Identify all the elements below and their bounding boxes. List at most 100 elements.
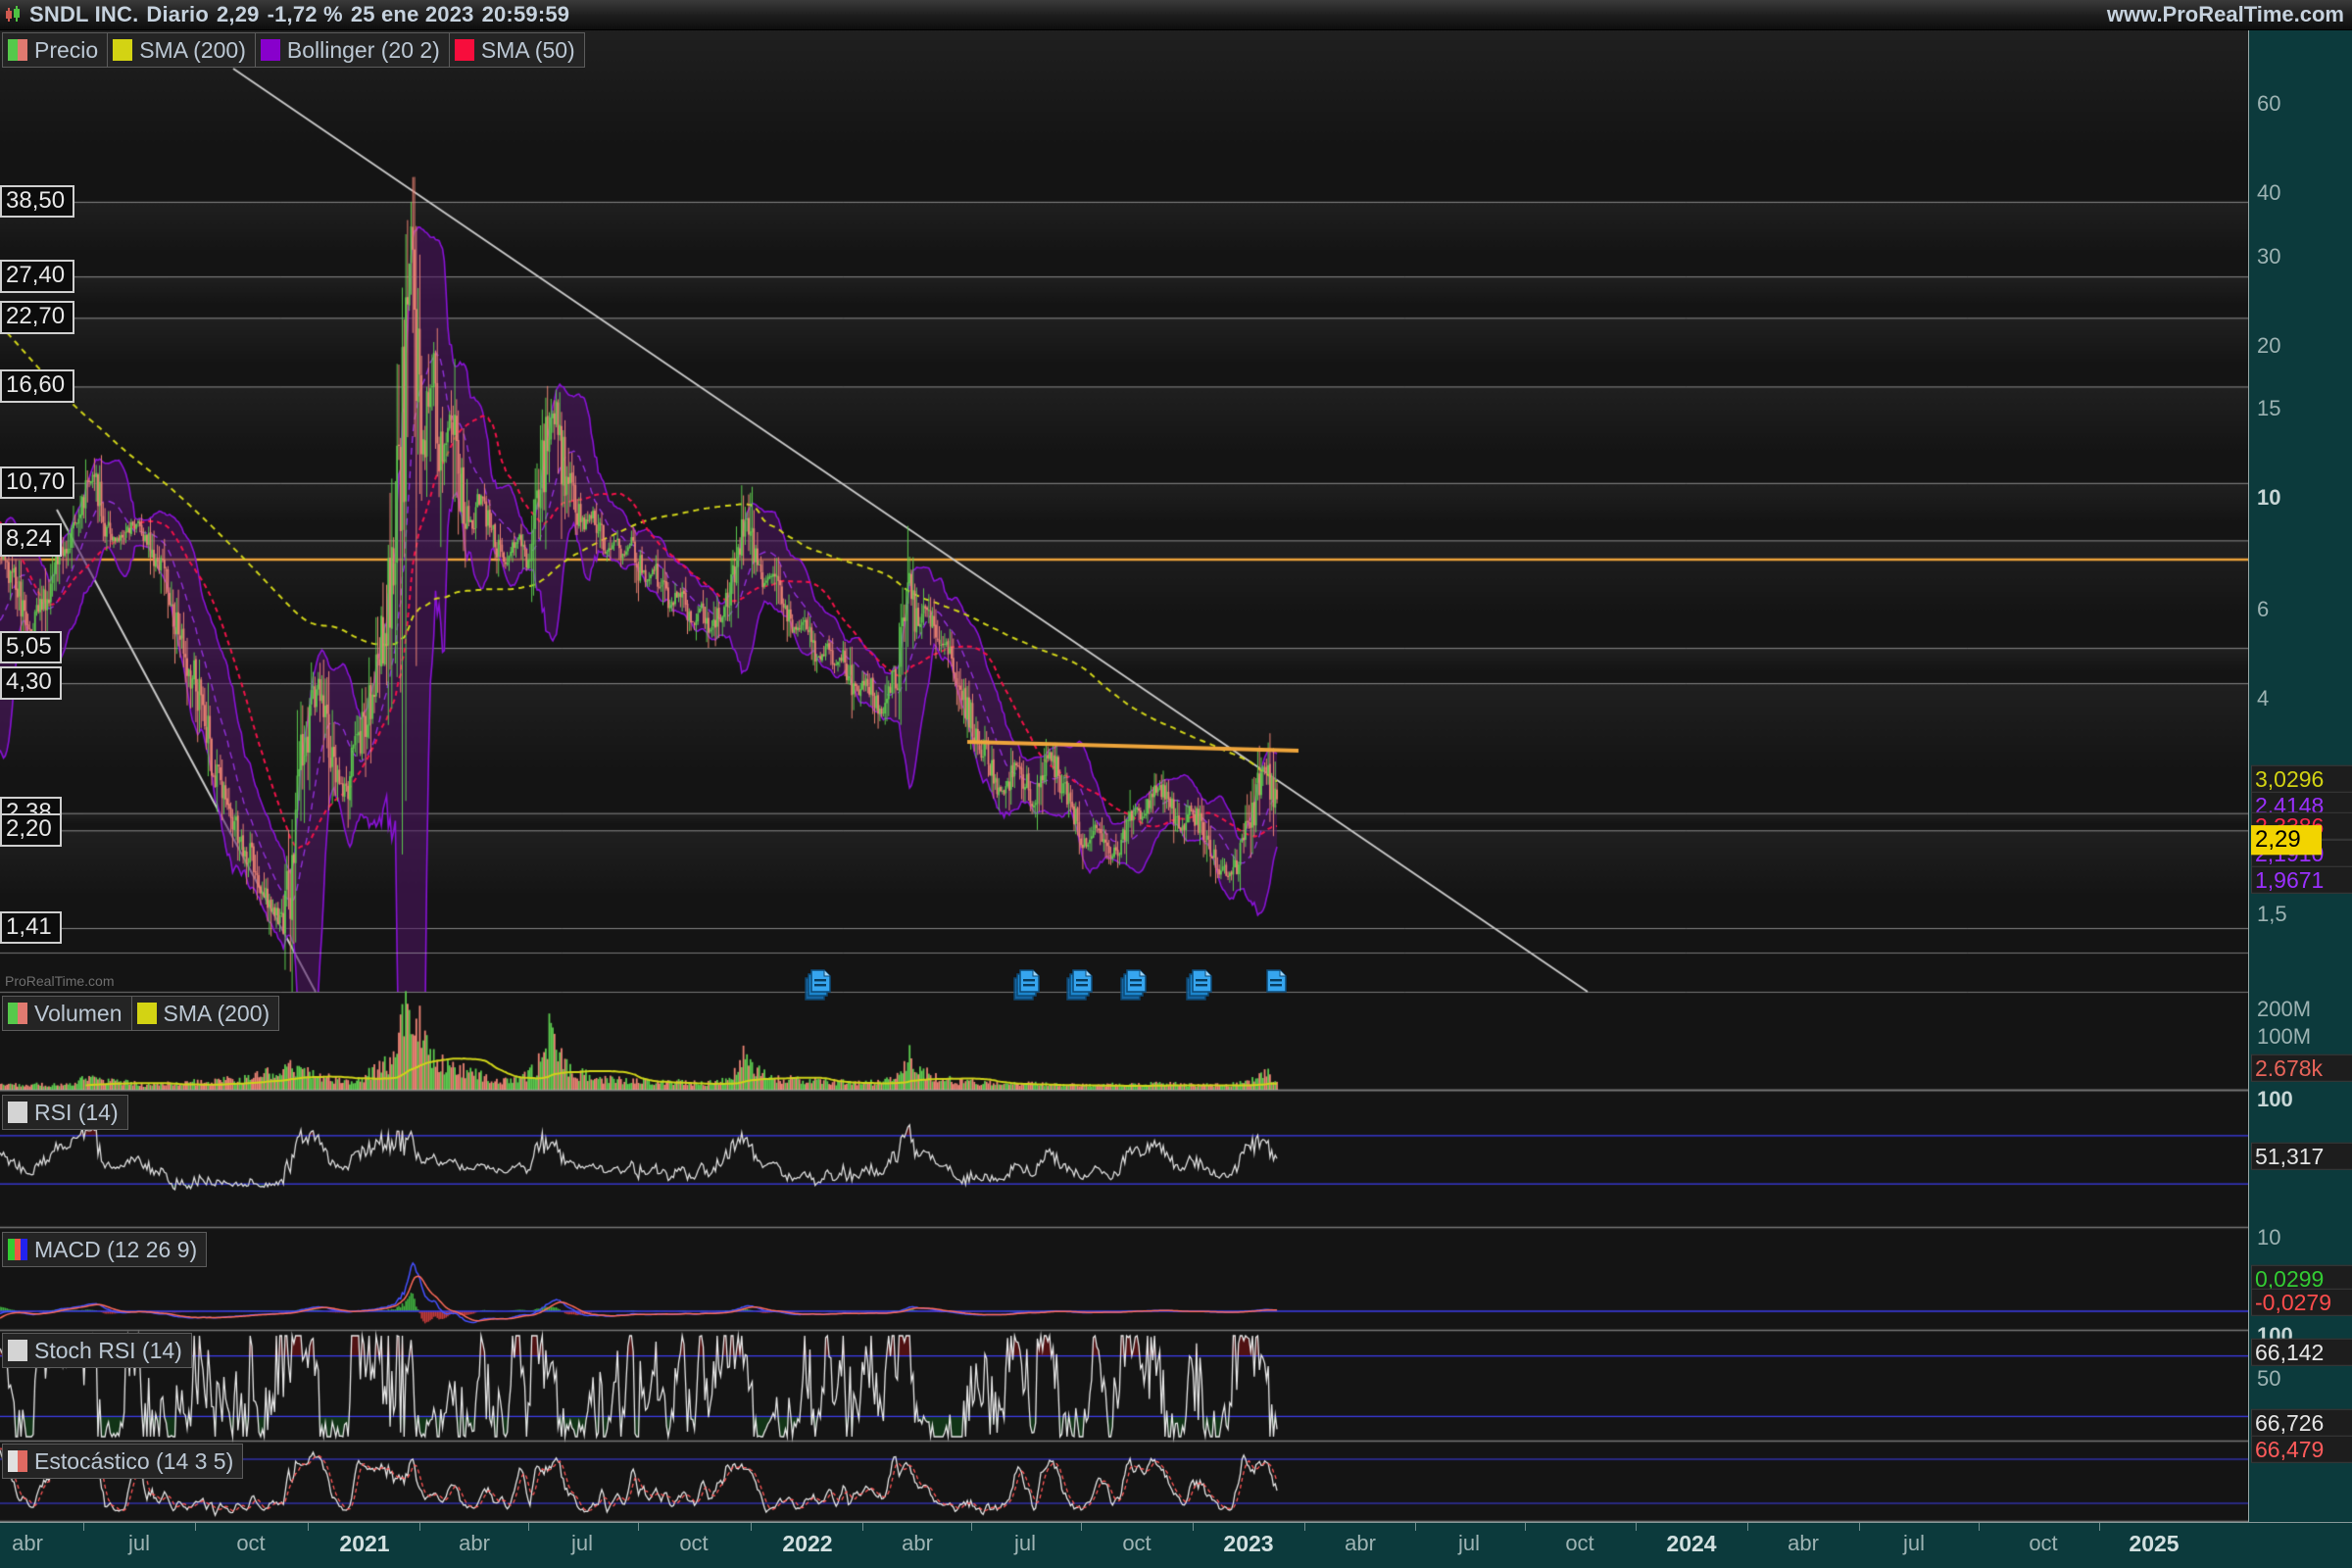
sma200-legend-chip[interactable]: SMA (200)	[108, 32, 256, 68]
axis-year-label: 2025	[2129, 1531, 2179, 1557]
axis-month-label: jul	[1014, 1531, 1036, 1556]
axis-tick	[83, 1523, 84, 1531]
axis-tick-label: 50	[2257, 1366, 2280, 1392]
stoch-rsi-swatch-icon	[8, 1340, 27, 1361]
chart-area: PrecioSMA (200)Bollinger (20 2)SMA (50) …	[0, 29, 2352, 1522]
right-axis-margin[interactable]: 604030201510641,5200M100M10010100503,029…	[2248, 29, 2352, 1522]
indicator-value-box: 66,726	[2251, 1409, 2352, 1437]
stochastic-legend: Estocástico (14 3 5)	[2, 1444, 243, 1479]
axis-year-label: 2021	[339, 1531, 389, 1557]
price-level-label: 1,41	[0, 911, 62, 944]
axis-tick	[1193, 1523, 1194, 1531]
stochastic-legend-chip[interactable]: Estocástico (14 3 5)	[2, 1444, 243, 1479]
axis-tick	[308, 1523, 309, 1531]
indicator-value-box: -0,0279	[2251, 1289, 2352, 1316]
axis-month-label: abr	[12, 1531, 43, 1556]
axis-month-label: abr	[1788, 1531, 1819, 1556]
axis-tick	[528, 1523, 529, 1531]
axis-tick-label: 200M	[2257, 997, 2311, 1022]
legend-label: Estocástico (14 3 5)	[34, 1448, 233, 1475]
time-label: 20:59:59	[482, 2, 570, 27]
news-document-icon[interactable]	[1185, 968, 1218, 1008]
price-level-label: 22,70	[0, 301, 74, 333]
last-price-label: 2,29	[217, 2, 260, 27]
stoch-rsi-legend-chip[interactable]: Stoch RSI (14)	[2, 1333, 192, 1368]
axis-tick-label: 1,5	[2257, 902, 2287, 927]
axis-year-label: 2024	[1666, 1531, 1716, 1557]
indicator-value-box: 1,9671	[2251, 866, 2352, 894]
bollinger-swatch-icon	[261, 39, 280, 61]
axis-tick-label: 4	[2257, 686, 2269, 711]
prorealtime-window: SNDL INC. Diario 2,29 -1,72 % 25 ene 202…	[0, 0, 2352, 1568]
news-document-icon[interactable]	[1012, 968, 1046, 1008]
price-legend-chip[interactable]: Precio	[2, 32, 108, 68]
indicator-value-box: 66,479	[2251, 1436, 2352, 1463]
axis-month-label: abr	[902, 1531, 933, 1556]
rsi-legend: RSI (14)	[2, 1095, 128, 1130]
axis-tick-label: 100	[2257, 1087, 2293, 1112]
rsi-legend-chip[interactable]: RSI (14)	[2, 1095, 128, 1130]
rsi-swatch-icon	[8, 1102, 27, 1123]
bollinger-legend-chip[interactable]: Bollinger (20 2)	[256, 32, 450, 68]
news-document-icon[interactable]	[1065, 968, 1099, 1008]
axis-month-label: oct	[1122, 1531, 1151, 1556]
price-level-label: 10,70	[0, 466, 74, 499]
axis-year-label: 2023	[1223, 1531, 1273, 1557]
axis-tick	[751, 1523, 752, 1531]
axis-tick	[862, 1523, 863, 1531]
macd-swatch-icon	[8, 1239, 27, 1260]
price-level-label: 4,30	[0, 666, 62, 699]
axis-month-label: jul	[1903, 1531, 1925, 1556]
sma200-swatch-icon	[113, 39, 132, 61]
watermark: ProRealTime.com	[5, 973, 115, 989]
news-document-icon[interactable]	[1119, 968, 1152, 1008]
axis-month-label: jul	[1458, 1531, 1480, 1556]
axis-year-label: 2022	[782, 1531, 832, 1557]
axis-month-label: oct	[679, 1531, 708, 1556]
indicator-value-box: 51,317	[2251, 1143, 2352, 1170]
price-level-label: 2,20	[0, 813, 62, 846]
price-level-label: 16,60	[0, 369, 74, 402]
price-level-label: 8,24	[0, 523, 62, 556]
time-axis[interactable]: abr jul oct 2021 abr jul oct 2022 abr jul oct 2023 a…	[0, 1522, 2352, 1568]
axis-tick	[1747, 1523, 1748, 1531]
candlestick-icon	[6, 5, 22, 24]
axis-tick-label: 100M	[2257, 1024, 2311, 1050]
axis-month-label: oct	[1565, 1531, 1593, 1556]
price-legend: PrecioSMA (200)Bollinger (20 2) SMA (50)	[2, 32, 585, 68]
price-swatch-icon	[8, 39, 27, 61]
axis-tick	[419, 1523, 420, 1531]
indicator-value-box: 66,142	[2251, 1339, 2352, 1366]
axis-tick	[638, 1523, 639, 1531]
stoch-rsi-legend: Stoch RSI (14)	[2, 1333, 192, 1368]
legend-label: SMA (200)	[164, 1001, 270, 1027]
axis-tick	[1636, 1523, 1637, 1531]
axis-month-label: jul	[128, 1531, 150, 1556]
price-level-label: 38,50	[0, 185, 74, 218]
price-chart-canvas[interactable]	[0, 29, 2352, 1522]
sma200-legend-chip[interactable]: SMA (200)	[132, 996, 280, 1031]
macd-legend-chip[interactable]: MACD (12 26 9)	[2, 1232, 207, 1267]
prorealtime-url: www.ProRealTime.com	[2107, 2, 2352, 27]
news-document-icon[interactable]	[1259, 968, 1293, 1008]
axis-tick-label: 40	[2257, 180, 2280, 206]
axis-month-label: abr	[459, 1531, 490, 1556]
volume-swatch-icon	[8, 1003, 27, 1024]
stochastic-swatch-icon	[8, 1450, 27, 1472]
news-document-icon[interactable]	[804, 968, 837, 1008]
macd-legend: MACD (12 26 9)	[2, 1232, 207, 1267]
legend-label: SMA (50)	[481, 37, 575, 64]
axis-tick	[971, 1523, 972, 1531]
date-label: 25 ene 2023	[351, 2, 474, 27]
sma50-swatch-icon	[455, 39, 474, 61]
sma200-swatch-icon	[137, 1003, 157, 1024]
axis-tick-label: 10	[2257, 1225, 2280, 1250]
legend-label: Stoch RSI (14)	[34, 1338, 182, 1364]
volume-legend: Volumen SMA (200)	[2, 996, 279, 1031]
axis-tick	[1081, 1523, 1082, 1531]
price-level-label: 27,40	[0, 260, 74, 292]
axis-tick	[2099, 1523, 2100, 1531]
change-pct-label: -1,72 %	[268, 2, 343, 27]
volume-legend-chip[interactable]: Volumen	[2, 996, 132, 1031]
sma50-legend-chip[interactable]: SMA (50)	[450, 32, 585, 68]
